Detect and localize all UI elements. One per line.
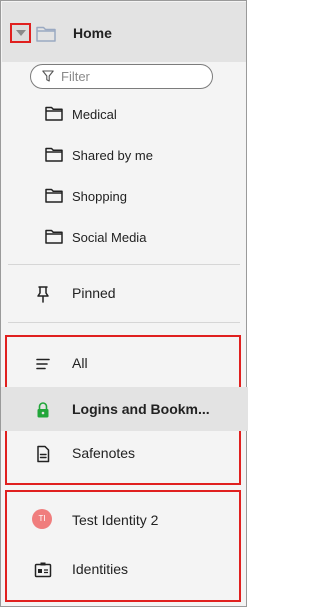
filter-icon: [42, 70, 54, 82]
avatar: TI: [32, 509, 52, 529]
chevron-down-icon: [16, 30, 26, 36]
folder-item-shared-by-me[interactable]: Shared by me: [1, 134, 248, 174]
folder-label: Social Media: [72, 230, 147, 245]
folder-label: Shopping: [72, 189, 127, 204]
folder-icon: [45, 147, 63, 162]
nav-item-all[interactable]: All: [1, 341, 248, 385]
nav-item-identities[interactable]: Identities: [1, 547, 248, 591]
folder-icon: [45, 229, 63, 244]
filter-input[interactable]: [61, 68, 201, 85]
folder-item-shopping[interactable]: Shopping: [1, 175, 248, 215]
collapse-toggle[interactable]: [10, 23, 31, 43]
safenotes-label: Safenotes: [72, 445, 136, 461]
logins-label: Logins and Bookm...: [72, 401, 210, 417]
folder-item-medical[interactable]: Medical: [1, 93, 248, 133]
all-label: All: [72, 355, 88, 371]
pin-icon: [37, 286, 49, 303]
folder-label: Medical: [72, 107, 117, 122]
folder-item-social-media[interactable]: Social Media: [1, 216, 248, 256]
nav-item-pinned[interactable]: Pinned: [1, 271, 248, 315]
sidebar-panel: Home Medical Shared by me Shopping: [0, 0, 248, 607]
nav-item-logins-and-bookmarks[interactable]: Logins and Bookm...: [1, 387, 248, 431]
filter-field[interactable]: [30, 64, 213, 89]
id-card-icon: [34, 562, 52, 578]
identities-label: Identities: [72, 561, 129, 577]
note-icon: [37, 445, 50, 463]
list-icon: [36, 358, 50, 370]
divider: [8, 322, 240, 323]
folder-icon: [45, 188, 63, 203]
folder-icon: [45, 106, 63, 121]
identity-label: Test Identity 2: [72, 512, 159, 528]
nav-item-safenotes[interactable]: Safenotes: [1, 431, 248, 475]
nav-item-test-identity-2[interactable]: TI Test Identity 2: [1, 498, 248, 542]
home-row[interactable]: Home: [2, 2, 246, 62]
divider: [8, 264, 240, 265]
lock-icon: [37, 402, 49, 418]
folder-label: Shared by me: [72, 148, 153, 163]
home-label: Home: [73, 25, 112, 41]
pinned-label: Pinned: [72, 285, 116, 301]
folder-icon: [36, 26, 56, 42]
